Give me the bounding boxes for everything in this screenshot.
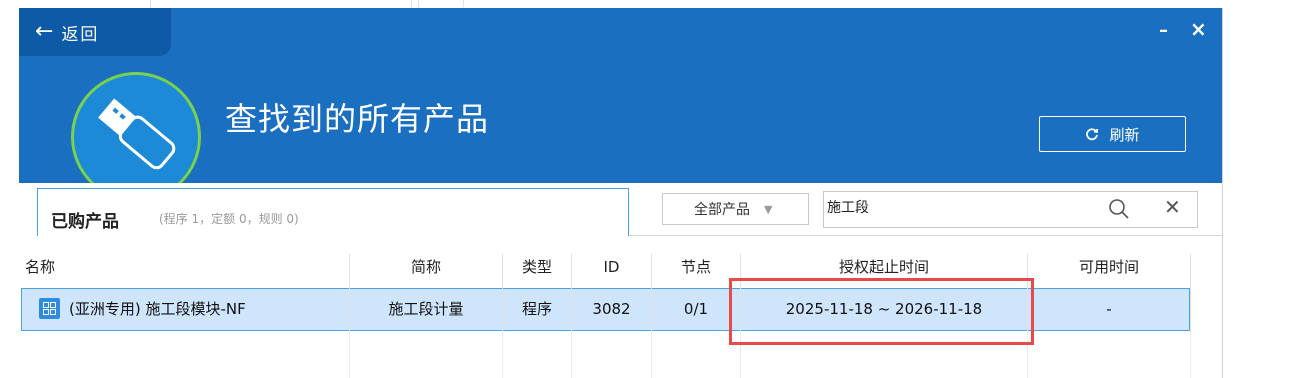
clear-search-icon[interactable]: ✕ bbox=[1164, 197, 1181, 217]
grid-app-icon bbox=[39, 298, 60, 319]
usb-key-logo bbox=[71, 72, 201, 183]
minimize-button[interactable]: – bbox=[1159, 20, 1168, 41]
empty-grid-cell bbox=[19, 331, 350, 378]
product-window: ← 返回 – × 查找到的所有产品 刷新 已购产品 (程序 1，定额 0，规则 … bbox=[19, 8, 1222, 378]
search-input[interactable] bbox=[825, 193, 1087, 221]
close-button[interactable]: × bbox=[1190, 17, 1207, 41]
search-icon[interactable] bbox=[1108, 198, 1130, 224]
usb-key-icon bbox=[98, 98, 176, 170]
cell-available-time: - bbox=[1028, 288, 1191, 331]
column-type[interactable]: 类型 bbox=[503, 254, 572, 288]
filter-selected-value: 全部产品 bbox=[694, 202, 750, 218]
highlight-annotation-box bbox=[729, 278, 1034, 345]
chevron-down-icon: ▼ bbox=[764, 202, 773, 216]
empty-grid-cell bbox=[1028, 331, 1191, 378]
window-header: ← 返回 – × 查找到的所有产品 刷新 bbox=[19, 8, 1222, 183]
back-button[interactable]: ← 返回 bbox=[19, 8, 171, 56]
column-name[interactable]: 名称 bbox=[19, 254, 350, 288]
tab-divider bbox=[629, 235, 1222, 236]
column-id[interactable]: ID bbox=[572, 254, 652, 288]
empty-grid-cell bbox=[652, 331, 741, 378]
cell-type: 程序 bbox=[503, 288, 572, 331]
cell-short-name: 施工段计量 bbox=[350, 288, 503, 331]
tab-label: 已购产品 bbox=[51, 212, 119, 232]
cell-nodes: 0/1 bbox=[652, 288, 741, 331]
refresh-label: 刷新 bbox=[1109, 125, 1140, 144]
back-label: 返回 bbox=[61, 24, 100, 45]
empty-grid-cell bbox=[350, 331, 503, 378]
column-short-name[interactable]: 简称 bbox=[350, 254, 503, 288]
window-edge bbox=[1222, 8, 1223, 378]
empty-grid-cell bbox=[572, 331, 652, 378]
empty-grid-cell bbox=[503, 331, 572, 378]
column-available-time[interactable]: 可用时间 bbox=[1028, 254, 1191, 288]
arrow-left-icon: ← bbox=[35, 19, 54, 44]
refresh-button[interactable]: 刷新 bbox=[1039, 116, 1186, 152]
tab-counts: (程序 1，定额 0，规则 0) bbox=[159, 212, 299, 226]
search-box: ✕ bbox=[823, 191, 1198, 228]
column-nodes[interactable]: 节点 bbox=[652, 254, 741, 288]
tab-purchased-products[interactable]: 已购产品 (程序 1，定额 0，规则 0) bbox=[37, 188, 629, 236]
cell-id: 3082 bbox=[572, 288, 652, 331]
refresh-icon bbox=[1086, 128, 1099, 141]
product-filter-dropdown[interactable]: 全部产品 ▼ bbox=[662, 193, 809, 225]
page-title: 查找到的所有产品 bbox=[225, 100, 490, 138]
cell-name: (亚洲专用) 施工段模块-NF bbox=[69, 288, 350, 331]
